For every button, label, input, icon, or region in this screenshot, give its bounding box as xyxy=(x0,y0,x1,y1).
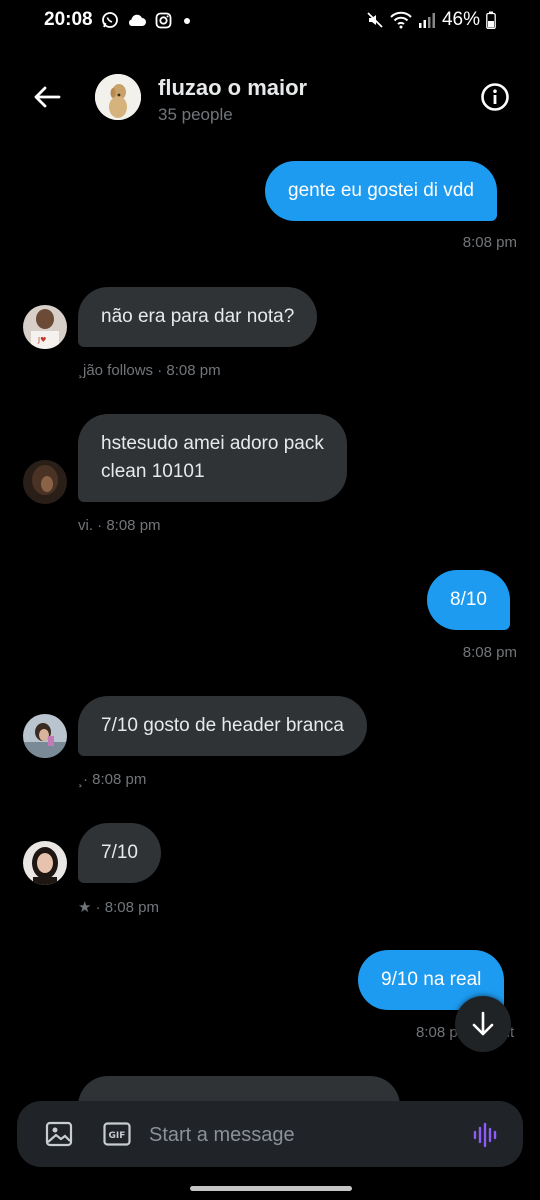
svg-text:GIF: GIF xyxy=(109,1131,126,1141)
avatar[interactable] xyxy=(23,841,67,885)
message-bubble[interactable]: hstesudo amei adoro pack clean 10101 xyxy=(78,414,347,502)
status-bar: 20:08 46% xyxy=(0,0,540,40)
cloud-icon xyxy=(127,13,147,27)
signal-icon xyxy=(418,11,436,29)
message-meta: ¸· 8:08 pm xyxy=(78,771,147,788)
group-member-count: 35 people xyxy=(158,105,233,124)
message-bubble[interactable]: não era para dar nota? xyxy=(78,287,318,347)
message-bubble[interactable]: 8/10 xyxy=(427,570,510,630)
wifi-icon xyxy=(390,11,412,29)
group-title[interactable]: fluzao o maior xyxy=(158,75,307,101)
whatsapp-icon xyxy=(101,11,119,29)
info-button[interactable] xyxy=(478,80,512,114)
instagram-icon xyxy=(155,12,172,29)
message-meta: vi. · 8:08 pm xyxy=(78,517,161,534)
avatar[interactable]: J♥ xyxy=(23,305,67,349)
message-composer: GIF xyxy=(17,1101,523,1167)
mute-icon xyxy=(366,11,384,29)
message-text: 7/10 gosto de header branca xyxy=(101,715,344,736)
home-indicator[interactable] xyxy=(190,1186,352,1191)
message-text: gente eu gostei di vdd xyxy=(288,180,474,201)
back-button[interactable] xyxy=(30,80,64,114)
message-text-line: hstesudo amei adoro pack xyxy=(101,433,324,454)
image-icon xyxy=(45,1121,73,1147)
message-bubble[interactable]: gente eu gostei di vdd xyxy=(265,161,497,221)
voice-message-button[interactable] xyxy=(472,1121,500,1149)
message-meta: ★ · 8:08 pm xyxy=(78,899,159,916)
message-text-line: clean 10101 xyxy=(101,461,205,482)
battery-icon xyxy=(486,11,496,29)
message-timestamp-time: 8:08 p xyxy=(416,1024,458,1041)
scroll-to-bottom-button[interactable] xyxy=(455,996,511,1052)
conversation-header: fluzao o maior 35 people xyxy=(0,56,540,140)
message-text: não era para dar nota? xyxy=(101,306,295,327)
gif-icon: GIF xyxy=(103,1122,131,1146)
arrow-down-icon xyxy=(472,1011,494,1036)
svg-text:J♥: J♥ xyxy=(37,336,46,344)
group-avatar[interactable] xyxy=(95,74,141,120)
avatar[interactable] xyxy=(23,460,67,504)
gif-button[interactable]: GIF xyxy=(103,1122,131,1146)
status-time: 20:08 xyxy=(44,9,93,30)
avatar[interactable] xyxy=(23,714,67,758)
message-timestamp: 8:08 pm xyxy=(462,234,517,251)
voice-wave-icon xyxy=(473,1122,497,1148)
message-bubble[interactable]: 7/10 xyxy=(78,823,161,883)
message-text: 8/10 xyxy=(450,589,487,610)
message-text: 9/10 na real xyxy=(381,969,482,990)
info-icon xyxy=(481,83,509,111)
arrow-left-icon xyxy=(34,86,61,108)
battery-percent: 46% xyxy=(441,9,480,30)
media-button[interactable] xyxy=(45,1120,73,1148)
message-text: 7/10 xyxy=(101,842,138,863)
message-bubble[interactable]: 7/10 gosto de header branca xyxy=(78,696,367,756)
dot-icon xyxy=(180,13,194,27)
message-meta: ¸jão follows · 8:08 pm xyxy=(78,362,221,379)
message-timestamp: 8:08 pm xyxy=(462,644,517,661)
message-input[interactable] xyxy=(149,1117,449,1153)
